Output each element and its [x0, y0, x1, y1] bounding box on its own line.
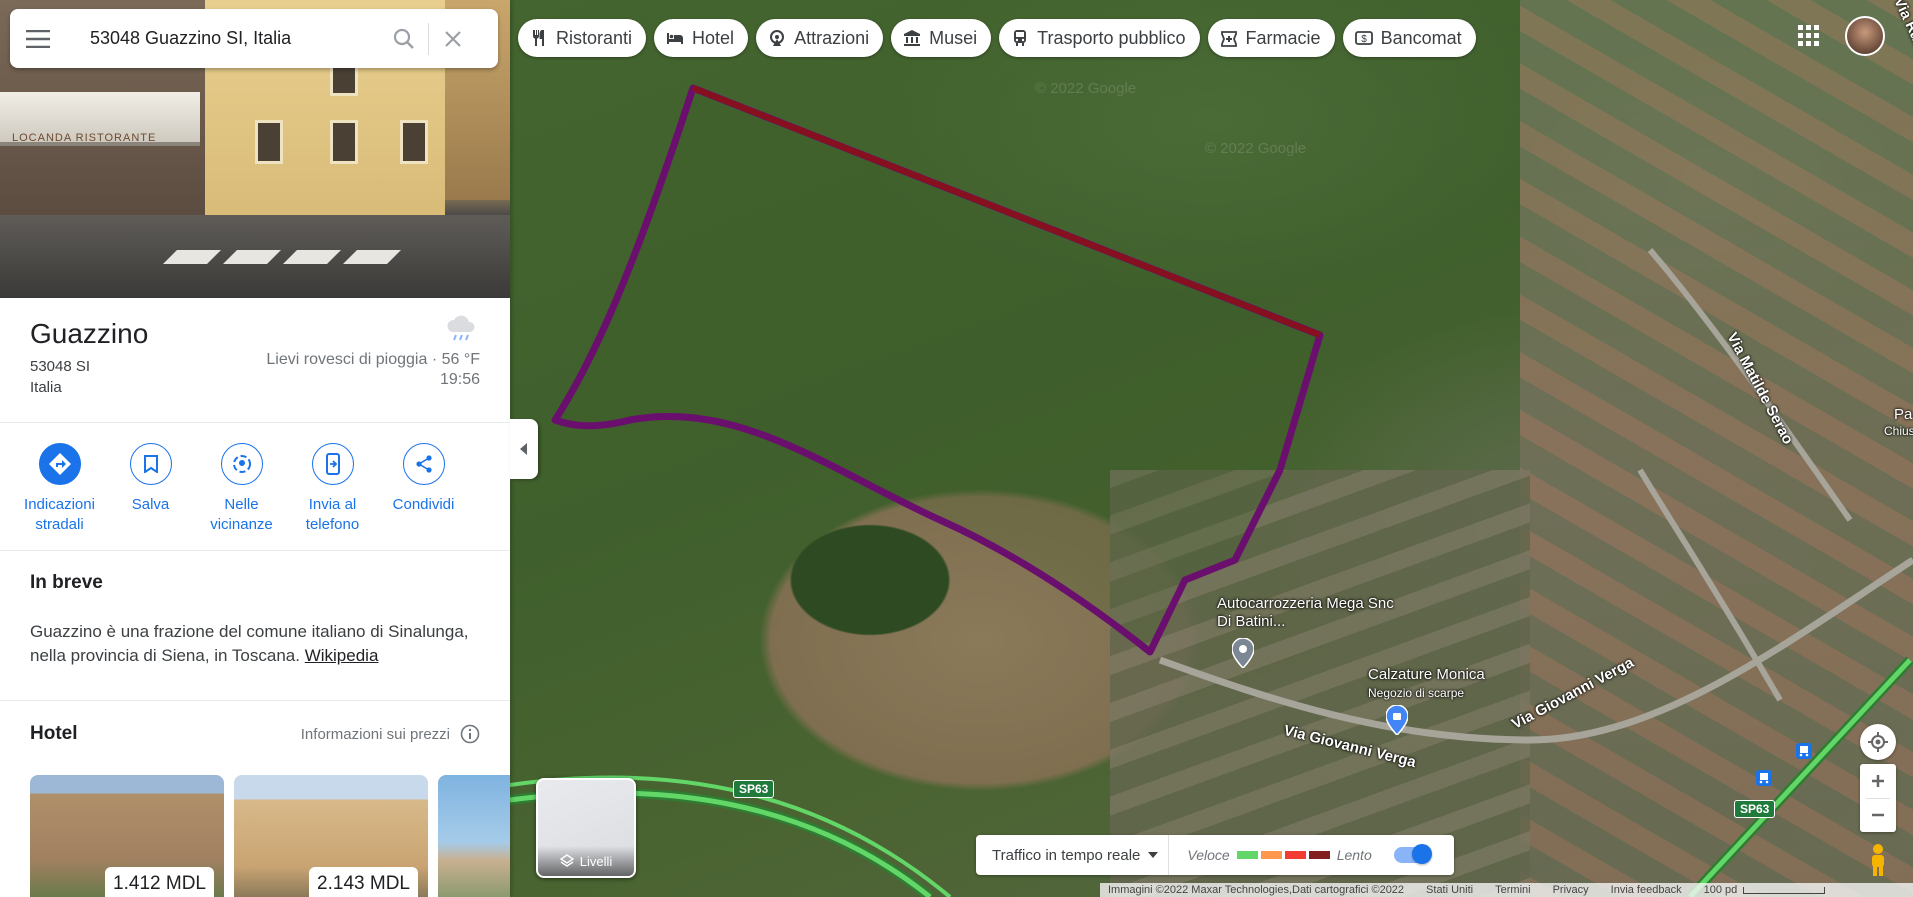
country-link[interactable]: Stati Uniti [1426, 884, 1473, 896]
shopping-pin-icon[interactable] [1386, 705, 1408, 735]
attractions-icon [770, 30, 785, 46]
chip-museums[interactable]: Musei [891, 19, 992, 57]
chip-hotels[interactable]: Hotel [654, 19, 749, 57]
bus-stop-icon[interactable] [1756, 770, 1772, 786]
search-box [10, 9, 498, 68]
traffic-swatch [1284, 851, 1306, 859]
atm-icon: $ [1354, 31, 1373, 45]
search-button[interactable] [380, 9, 428, 68]
transit-icon [1014, 30, 1027, 46]
hotel-price: 2.143 MDL [309, 867, 418, 897]
zoom-out-icon[interactable] [1860, 798, 1896, 832]
pharmacy-icon [1220, 31, 1237, 47]
poi-pin-icon[interactable] [1232, 638, 1254, 668]
info-icon [460, 724, 480, 744]
directions-button[interactable]: Indicazioni stradali [14, 443, 105, 535]
poi-name: Autocarrozzeria Mega Snc Di Batini... [1217, 595, 1394, 630]
share-icon [415, 455, 432, 473]
zoom-control [1860, 764, 1896, 832]
send-to-phone-button[interactable]: Invia al telefono [287, 443, 378, 535]
museum-icon [904, 30, 921, 46]
layers-icon [559, 854, 574, 867]
imagery-credit: Immagini ©2022 Maxar Technologies,Dati c… [1108, 884, 1405, 896]
zoom-in-icon[interactable] [1860, 764, 1896, 798]
chip-atm[interactable]: $ Bancomat [1342, 19, 1476, 57]
traffic-legend: Veloce Lento [1187, 847, 1372, 863]
traffic-swatch [1236, 851, 1258, 859]
traffic-swatch [1308, 851, 1330, 859]
account-avatar[interactable] [1845, 16, 1885, 56]
search-icon [393, 28, 414, 49]
search-input[interactable] [66, 28, 380, 49]
poi-category: Negozio di scarpe [1368, 686, 1465, 700]
wikipedia-link[interactable]: Wikipedia [305, 646, 379, 665]
terms-link[interactable]: Termini [1495, 884, 1530, 896]
map-watermark: © 2022 Google [1035, 80, 1137, 97]
hotel-card[interactable]: 1.412 MDL [30, 775, 224, 897]
hamburger-menu-icon [26, 29, 50, 48]
place-panel: LOCANDA RISTORANTE 53048 Guazzino SI, It… [0, 0, 510, 897]
google-apps-icon[interactable] [1795, 22, 1823, 50]
restaurant-awning: LOCANDA RISTORANTE [0, 92, 200, 146]
map-overlay [510, 84, 1913, 897]
map-scale[interactable]: 100 pd [1704, 884, 1826, 896]
chip-transit[interactable]: Trasporto pubblico [999, 19, 1200, 57]
poi-autocarrozzeria[interactable]: Autocarrozzeria Mega Snc Di Batini... [1217, 595, 1397, 631]
my-location-icon [1868, 732, 1888, 752]
map-canvas[interactable]: Via Giovanni Verga Via Giovanni Verga Vi… [510, 0, 1913, 897]
road-shield: SP63 [733, 780, 775, 798]
road-shield: SP63 [1734, 800, 1776, 818]
hotel-card[interactable] [438, 775, 510, 897]
svg-text:$: $ [1361, 34, 1367, 45]
close-icon [445, 30, 461, 47]
dropdown-arrow-icon [1148, 852, 1159, 858]
chip-pharmacies[interactable]: Farmacie [1207, 19, 1335, 57]
traffic-swatch [1260, 851, 1282, 859]
hotel-price: 1.412 MDL [105, 867, 214, 897]
my-location-button[interactable] [1860, 724, 1896, 760]
save-button[interactable]: Salva [105, 443, 196, 535]
privacy-link[interactable]: Privacy [1553, 884, 1589, 896]
collapse-panel-button[interactable] [510, 419, 538, 479]
traffic-toggle[interactable] [1393, 844, 1432, 864]
nearby-button[interactable]: Nelle vicinanze [196, 443, 287, 535]
summary-text: Guazzino è una frazione del comune itali… [30, 622, 469, 665]
hotel-icon [667, 33, 684, 44]
weather-time: 19:56 [439, 371, 480, 388]
poi-calzature-monica[interactable]: Calzature Monica Negozio di scarpe [1368, 666, 1548, 702]
chevron-left-icon [520, 443, 527, 455]
clear-search-button[interactable] [429, 9, 477, 68]
bus-stop-icon[interactable] [1796, 743, 1812, 759]
chip-restaurants[interactable]: Ristoranti [518, 19, 647, 57]
poi-name: Calzature Monica [1368, 666, 1485, 683]
weather-text: Lievi rovesci di pioggia · 56 °F [266, 351, 480, 368]
restaurant-icon [533, 30, 544, 46]
map-attribution: Immagini ©2022 Maxar Technologies,Dati c… [1100, 883, 1913, 897]
layers-button[interactable]: Livelli [536, 778, 636, 878]
map-watermark: © 2022 Google [1205, 140, 1307, 157]
road-label: Pa [1894, 406, 1913, 423]
category-chips: Ristoranti Hotel Attrazioni Musei Traspo… [518, 19, 1476, 57]
summary-title: In breve [30, 572, 103, 593]
chip-attractions[interactable]: Attrazioni [756, 19, 884, 57]
street-view-pegman-icon[interactable] [1866, 843, 1890, 877]
rain-cloud-icon [447, 315, 475, 341]
price-info[interactable]: Informazioni sui prezzi [301, 724, 480, 744]
hotel-carousel: 1.412 MDL 2.143 MDL [30, 775, 510, 897]
send-to-phone-icon [325, 453, 340, 475]
action-buttons: Indicazioni stradali Salva Nelle vicinanze [14, 443, 498, 535]
road-label: Chiuso ter [1884, 424, 1913, 438]
hotels-title: Hotel [30, 723, 78, 744]
feedback-link[interactable]: Invia feedback [1611, 884, 1682, 896]
share-button[interactable]: Condividi [378, 443, 469, 535]
traffic-select[interactable]: Traffico in tempo reale [976, 835, 1170, 875]
directions-icon [48, 453, 71, 475]
bookmark-icon [143, 455, 158, 473]
traffic-legend-bar: Traffico in tempo reale Veloce Lento [976, 835, 1454, 875]
hotel-card[interactable]: 2.143 MDL [234, 775, 428, 897]
nearby-icon [232, 455, 251, 473]
weather-info: Lievi rovesci di pioggia · 56 °F 19:56 [266, 312, 480, 390]
menu-button[interactable] [10, 29, 66, 48]
